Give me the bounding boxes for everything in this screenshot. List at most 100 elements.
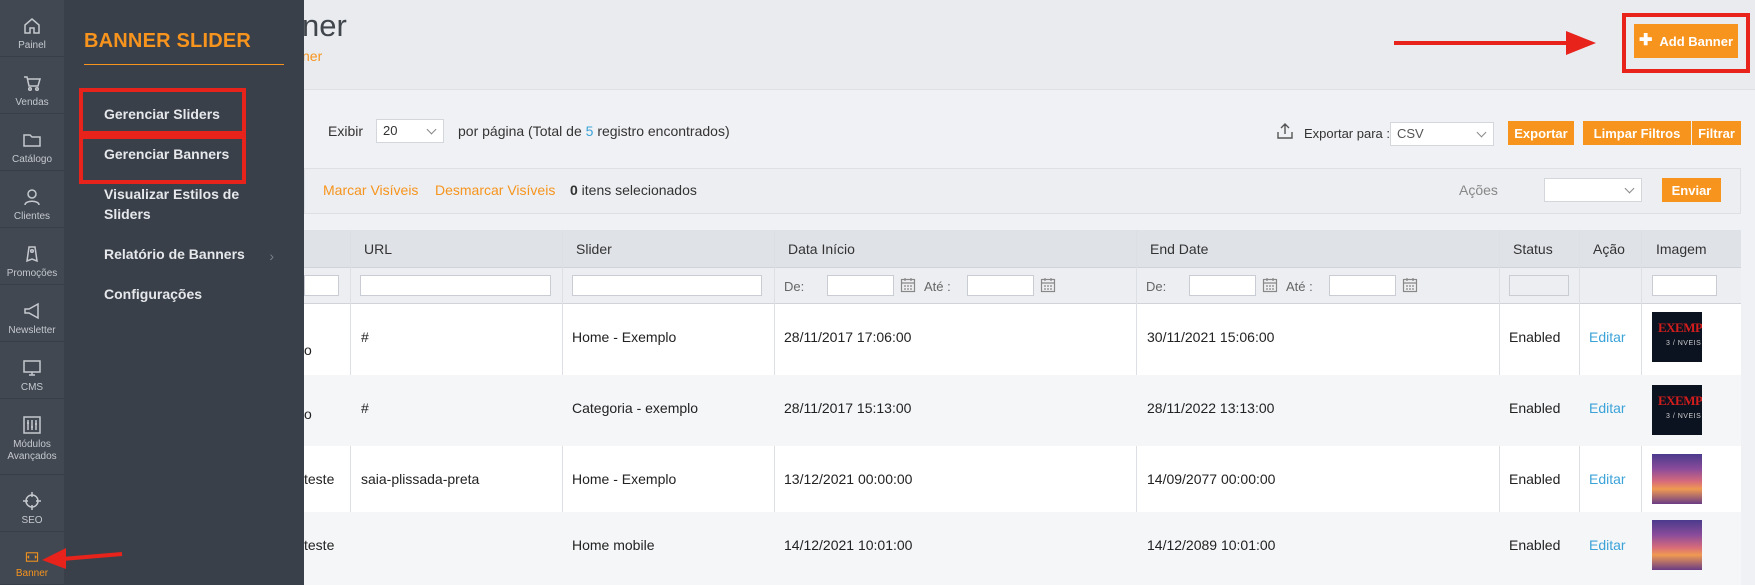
slider-filter-input[interactable]: [572, 275, 762, 296]
end-from-label: De:: [1146, 279, 1167, 294]
url-cell: saia-plissada-preta: [361, 471, 480, 487]
per-page-value: 20: [383, 123, 398, 138]
start-to-label: Até :: [924, 279, 951, 294]
title-cell: teste: [304, 537, 335, 553]
calendar-icon[interactable]: [1262, 277, 1278, 293]
banner-thumbnail[interactable]: [1652, 454, 1702, 504]
end-date-cell: 14/09/2077 00:00:00: [1147, 471, 1276, 487]
rail-item-cms[interactable]: CMS: [0, 342, 64, 399]
column-header-end-date[interactable]: End Date: [1150, 241, 1208, 257]
unmark-visible-link[interactable]: Desmarcar Visíveis: [435, 182, 555, 198]
end-to-input[interactable]: [1329, 275, 1396, 296]
arrow-left-icon: [42, 548, 123, 569]
rail-item-seo[interactable]: SEO: [0, 475, 64, 532]
rail-item-modulos[interactable]: Módulos Avançados: [0, 399, 64, 475]
add-banner-button[interactable]: ✚ Add Banner: [1634, 24, 1738, 58]
calendar-icon[interactable]: [1402, 277, 1418, 293]
user-icon: [24, 189, 40, 206]
column-header-url[interactable]: URL: [364, 241, 392, 257]
banner-icon: [25, 552, 39, 562]
table-row[interactable]: teste saia-plissada-preta Home - Exemplo…: [304, 446, 1741, 512]
rail-item-painel[interactable]: Painel: [0, 0, 64, 57]
slider-cell: Home - Exemplo: [572, 471, 677, 487]
edit-link[interactable]: Editar: [1589, 400, 1626, 416]
menu-item-relatorio-banners[interactable]: Relatório de Banners: [104, 244, 279, 264]
url-cell: #: [361, 400, 369, 416]
breadcrumb[interactable]: ner: [302, 48, 322, 64]
menu-title: BANNER SLIDER: [84, 30, 252, 52]
start-from-input[interactable]: [827, 275, 894, 296]
image-filter-input[interactable]: [1652, 275, 1717, 296]
rail-item-label: Módulos Avançados: [7, 439, 57, 462]
edit-link[interactable]: Editar: [1589, 471, 1626, 487]
selected-count-text: 0 itens selecionados: [570, 182, 697, 198]
selected-count: 0: [570, 182, 578, 198]
start-date-cell: 28/11/2017 15:13:00: [784, 400, 912, 416]
rail-item-catalogo[interactable]: Catálogo: [0, 114, 64, 171]
menu-item-gerenciar-banners[interactable]: Gerenciar Banners: [104, 144, 279, 164]
add-banner-label: Add Banner: [1659, 33, 1734, 49]
icon-rail: Painel Vendas Catálogo Clientes Promoçõe…: [0, 0, 64, 585]
page-title: ner: [302, 8, 347, 43]
url-filter-input[interactable]: [360, 275, 551, 296]
start-date-cell: 13/12/2021 00:00:00: [784, 471, 913, 487]
rail-item-clientes[interactable]: Clientes: [0, 171, 64, 228]
banner-grid: URL Slider Data Início End Date Status A…: [304, 230, 1741, 585]
arrow-right-icon: [1394, 31, 1596, 55]
rail-item-label: Newsletter: [8, 325, 56, 336]
calendar-icon[interactable]: [1040, 277, 1056, 293]
filter-button[interactable]: Filtrar: [1692, 121, 1741, 145]
export-format-select[interactable]: CSV: [1390, 122, 1494, 146]
menu-item-configuracoes[interactable]: Configurações: [104, 284, 279, 304]
actions-label: Ações: [1459, 182, 1498, 198]
start-from-label: De:: [784, 279, 805, 294]
table-row[interactable]: o # Home - Exemplo 28/11/2017 17:06:00 3…: [304, 304, 1741, 375]
per-page-select[interactable]: 20: [376, 119, 444, 143]
banner-thumbnail[interactable]: EXEMPLO3 / NVEIS: [1652, 385, 1702, 435]
rail-item-label: Vendas: [15, 97, 49, 108]
show-label: Exibir: [328, 123, 364, 139]
rail-item-promocoes[interactable]: Promoções: [0, 228, 64, 285]
records-summary: por página (Total de 5 registro encontra…: [458, 123, 730, 139]
banner-thumbnail[interactable]: [1652, 520, 1702, 570]
slider-cell: Categoria - exemplo: [572, 400, 699, 416]
rail-item-newsletter[interactable]: Newsletter: [0, 285, 64, 342]
banner-thumbnail[interactable]: EXEMPLO3 / NVEIS: [1652, 312, 1702, 362]
rail-item-vendas[interactable]: Vendas: [0, 57, 64, 114]
menu-item-gerenciar-sliders[interactable]: Gerenciar Sliders: [104, 104, 279, 124]
submit-button[interactable]: Enviar: [1662, 178, 1721, 202]
menu-item-visualizar-estilos[interactable]: Visualizar Estilos de Sliders: [104, 184, 279, 224]
status-filter-select[interactable]: [1509, 275, 1569, 296]
rail-item-label: Catálogo: [11, 154, 53, 165]
calendar-icon[interactable]: [900, 277, 916, 293]
rail-item-label: Painel: [18, 40, 46, 51]
column-header-data-inicio[interactable]: Data Início: [788, 241, 855, 257]
clear-filters-button[interactable]: Limpar Filtros: [1583, 121, 1691, 145]
edit-link[interactable]: Editar: [1589, 537, 1626, 553]
end-date-cell: 28/11/2022 13:13:00: [1147, 400, 1275, 416]
menu-title-divider: [84, 64, 284, 65]
end-date-cell: 30/11/2021 15:06:00: [1147, 329, 1275, 345]
chevron-right-icon: ›: [269, 248, 274, 264]
mark-visible-link[interactable]: Marcar Visíveis: [323, 182, 418, 198]
title-cell: o: [304, 406, 312, 422]
sliders-icon: [23, 416, 41, 434]
actions-select[interactable]: [1544, 178, 1642, 202]
column-header-status[interactable]: Status: [1513, 241, 1553, 257]
crosshair-icon: [23, 492, 41, 510]
chevron-down-icon: [1476, 127, 1487, 138]
banner-slider-menu: BANNER SLIDER Gerenciar Sliders Gerencia…: [64, 0, 304, 585]
table-row[interactable]: teste Home mobile 14/12/2021 10:01:00 14…: [304, 512, 1741, 585]
export-button[interactable]: Exportar: [1508, 121, 1574, 145]
title-filter-input[interactable]: [304, 275, 339, 296]
rail-item-label: Clientes: [13, 211, 51, 222]
export-icon: [1277, 123, 1293, 139]
start-to-input[interactable]: [967, 275, 1034, 296]
end-from-input[interactable]: [1189, 275, 1256, 296]
column-header-imagem: Imagem: [1656, 241, 1707, 257]
edit-link[interactable]: Editar: [1589, 329, 1626, 345]
table-row[interactable]: o # Categoria - exemplo 28/11/2017 15:13…: [304, 375, 1741, 446]
rail-item-label: CMS: [20, 382, 44, 393]
column-header-slider[interactable]: Slider: [576, 241, 612, 257]
end-date-cell: 14/12/2089 10:01:00: [1147, 537, 1276, 553]
